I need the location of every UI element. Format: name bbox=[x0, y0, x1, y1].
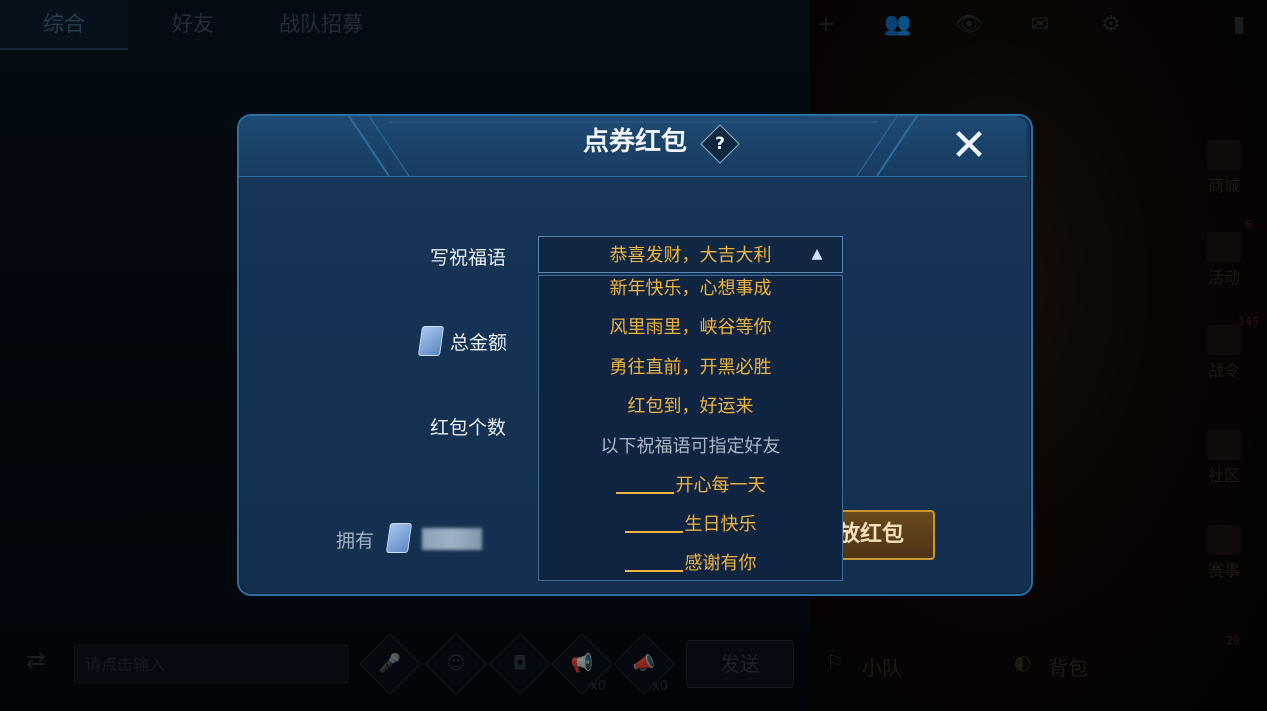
total-amount-label: 总金额 bbox=[450, 332, 508, 354]
friend-blessing-option[interactable]: 生日快乐 bbox=[538, 512, 843, 538]
question-icon: ? bbox=[715, 134, 725, 154]
blessing-option[interactable]: 勇往直前，开黑必胜 bbox=[538, 355, 843, 381]
own-label: 拥有 bbox=[336, 530, 375, 552]
coupon-icon bbox=[417, 326, 445, 356]
friend-blessing-text: 开心每一天 bbox=[675, 475, 766, 496]
blessing-label: 写祝福语 bbox=[430, 247, 507, 269]
blessing-option[interactable]: 风里雨里，峡谷等你 bbox=[538, 315, 843, 341]
own-balance-blurred bbox=[422, 528, 482, 550]
blank-line bbox=[615, 478, 674, 494]
friend-blessing-option[interactable]: 感谢有你 bbox=[538, 551, 843, 577]
chevron-up-icon[interactable]: ▲ bbox=[806, 246, 828, 262]
friend-section-label: 以下祝福语可指定好友 bbox=[600, 436, 781, 457]
friend-blessing-text: 生日快乐 bbox=[684, 514, 757, 535]
blank-line bbox=[624, 556, 683, 572]
blank-line bbox=[624, 517, 683, 533]
blessing-select[interactable]: 恭喜发财，大吉大利 bbox=[538, 236, 843, 273]
close-button[interactable]: ✕ bbox=[945, 122, 993, 170]
friend-blessing-option[interactable]: 开心每一天 bbox=[538, 473, 843, 499]
own-coupon-icon bbox=[385, 523, 413, 553]
dialog-title: 点券红包 bbox=[582, 127, 687, 157]
blessing-option[interactable]: 红包到，好运来 bbox=[538, 394, 843, 420]
blessing-option[interactable]: 新年快乐，心想事成 bbox=[538, 276, 843, 302]
friend-blessing-text: 感谢有你 bbox=[684, 553, 757, 574]
close-icon: ✕ bbox=[950, 120, 988, 171]
packet-count-label: 红包个数 bbox=[430, 417, 507, 439]
